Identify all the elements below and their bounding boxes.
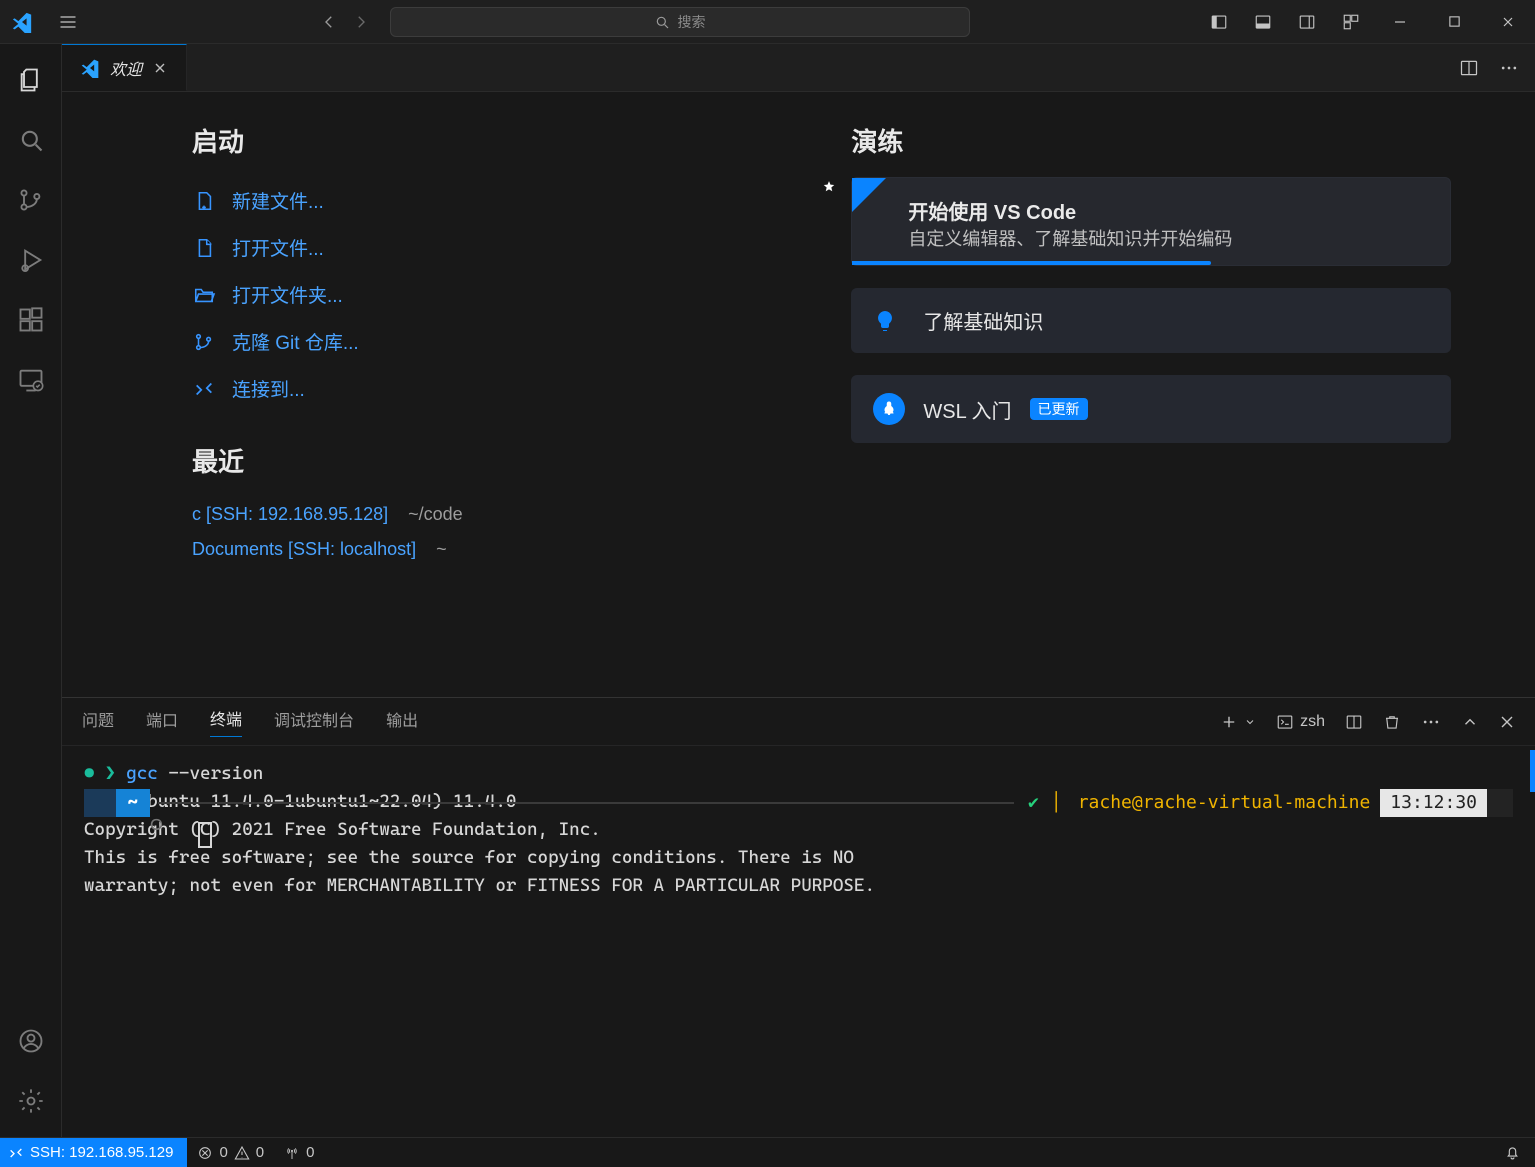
panel-close-icon[interactable] — [1499, 714, 1515, 730]
search-activity-icon[interactable] — [0, 110, 61, 170]
shell-prompt: ~ ✔ │ rache@rache-virtual-machine 13:12:… — [84, 788, 1513, 818]
window-maximize-icon[interactable] — [1427, 0, 1481, 44]
status-remote-host[interactable]: SSH: 192.168.95.129 — [0, 1138, 187, 1167]
accounts-icon[interactable] — [0, 1011, 61, 1071]
linux-penguin-icon — [873, 393, 905, 425]
window-close-icon[interactable] — [1481, 0, 1535, 44]
layout-panel-bottom-icon[interactable] — [1241, 0, 1285, 44]
radio-tower-icon — [284, 1145, 300, 1161]
start-new-file[interactable]: 新建文件... — [192, 177, 791, 224]
vscode-logo-icon — [0, 11, 44, 33]
panel-tab-problems[interactable]: 问题 — [82, 707, 114, 737]
layout-sidebar-right-icon[interactable] — [1285, 0, 1329, 44]
new-file-icon — [192, 189, 216, 213]
recent-heading: 最近 — [192, 442, 791, 479]
title-bar: 搜索 — [0, 0, 1535, 44]
layout-sidebar-left-icon[interactable] — [1197, 0, 1241, 44]
new-terminal-button[interactable] — [1220, 713, 1256, 731]
warning-icon — [234, 1145, 250, 1161]
activity-bar — [0, 44, 62, 1137]
error-icon — [197, 1145, 213, 1161]
lightbulb-icon — [873, 309, 905, 333]
more-actions-icon[interactable] — [1499, 58, 1519, 78]
status-notifications-icon[interactable] — [1490, 1144, 1535, 1161]
terminal-icon — [1276, 713, 1294, 731]
search-icon — [654, 14, 670, 30]
remote-explorer-icon[interactable] — [0, 350, 61, 410]
recent-item-1[interactable]: Documents [SSH: localhost]~ — [192, 532, 791, 567]
customize-layout-icon[interactable] — [1329, 0, 1373, 44]
search-placeholder: 搜索 — [678, 12, 706, 32]
git-clone-icon — [192, 330, 216, 354]
split-editor-icon[interactable] — [1459, 58, 1479, 78]
start-open-folder[interactable]: 打开文件夹... — [192, 271, 791, 318]
start-connect-to[interactable]: 连接到... — [192, 365, 791, 412]
walkthrough-learn-basics[interactable]: 了解基础知识 — [851, 288, 1450, 353]
walkthrough-wsl[interactable]: WSL 入门 已更新 — [851, 375, 1450, 443]
status-problems[interactable]: 0 0 — [187, 1144, 274, 1161]
extensions-icon[interactable] — [0, 290, 61, 350]
panel-maximize-icon[interactable] — [1461, 713, 1479, 731]
tab-close-icon[interactable] — [152, 60, 168, 76]
status-bar: SSH: 192.168.95.129 0 0 0 — [0, 1137, 1535, 1167]
badge-updated: 已更新 — [1030, 398, 1088, 420]
remote-connect-icon — [192, 377, 216, 401]
tab-welcome[interactable]: 欢迎 — [62, 44, 187, 91]
start-heading: 启动 — [192, 122, 791, 159]
editor-tabs: 欢迎 — [62, 44, 1535, 92]
run-debug-icon[interactable] — [0, 230, 61, 290]
status-ports[interactable]: 0 — [274, 1144, 324, 1161]
walkthrough-get-started[interactable]: 开始使用 VS Code 自定义编辑器、了解基础知识并开始编码 — [851, 177, 1450, 266]
terminal-profile-label[interactable]: zsh — [1276, 713, 1325, 731]
recent-item-0[interactable]: c [SSH: 192.168.95.128]~/code — [192, 497, 791, 532]
start-clone-repo[interactable]: 克隆 Git 仓库... — [192, 318, 791, 365]
explorer-icon[interactable] — [0, 50, 61, 110]
remote-indicator-icon — [8, 1145, 24, 1161]
chevron-down-icon[interactable] — [1244, 716, 1256, 728]
panel-tab-debug-console[interactable]: 调试控制台 — [274, 707, 354, 737]
hamburger-menu-icon[interactable] — [44, 12, 92, 32]
featured-star-icon — [852, 178, 886, 212]
command-center-search[interactable]: 搜索 — [390, 7, 970, 37]
open-file-icon — [192, 236, 216, 260]
split-terminal-icon[interactable] — [1345, 713, 1363, 731]
vscode-tab-icon — [80, 58, 100, 78]
panel-tab-terminal[interactable]: 终端 — [210, 706, 242, 737]
panel-tab-ports[interactable]: 端口 — [146, 707, 178, 737]
nav-forward-icon[interactable] — [352, 13, 370, 31]
walkthrough-progress — [852, 261, 1210, 265]
source-control-icon[interactable] — [0, 170, 61, 230]
terminal-output[interactable]: ● ❯ gcc --version gcc (Ubuntu 11.4.0-1ub… — [62, 746, 1535, 900]
settings-gear-icon[interactable] — [0, 1071, 61, 1131]
start-open-file[interactable]: 打开文件... — [192, 224, 791, 271]
walkthrough-heading: 演练 — [851, 122, 1450, 159]
welcome-page: 启动 新建文件... 打开文件... 打开文件夹... 克隆 Git 仓库...… — [62, 92, 1535, 697]
kill-terminal-icon[interactable] — [1383, 713, 1401, 731]
panel-more-icon[interactable] — [1421, 712, 1441, 732]
terminal-cursor — [198, 822, 212, 848]
panel-tab-output[interactable]: 输出 — [386, 707, 418, 737]
window-minimize-icon[interactable] — [1373, 0, 1427, 44]
open-folder-icon — [192, 283, 216, 307]
bottom-panel: 问题 端口 终端 调试控制台 输出 zsh ● — [62, 697, 1535, 1137]
nav-back-icon[interactable] — [320, 13, 338, 31]
check-icon: ✔ — [1022, 789, 1045, 817]
tab-title: 欢迎 — [110, 56, 142, 80]
